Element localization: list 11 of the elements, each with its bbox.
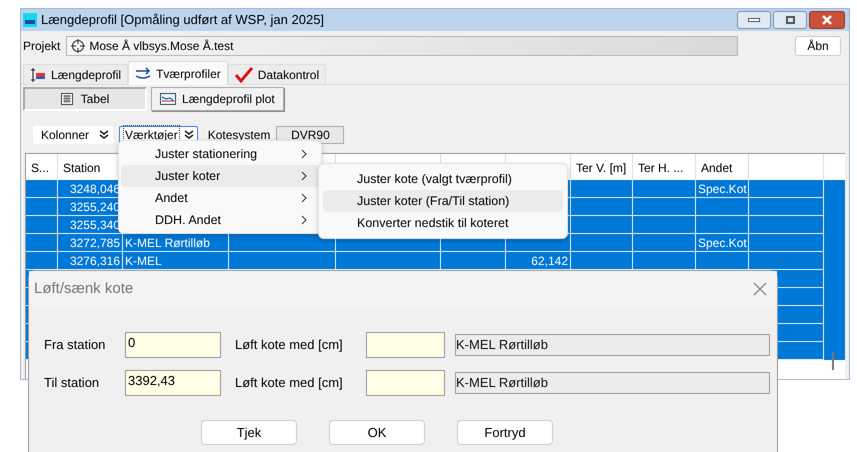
project-label: Projekt (23, 38, 60, 54)
field-label: Til station (44, 374, 100, 392)
window-title: Længdeprofil [Opmåling udført af WSP, jan 2025] (41, 11, 324, 30)
field-label: Løft kote med [cm] (235, 336, 344, 354)
name-field: K-MEL Rørtilløb (455, 334, 770, 356)
project-value: Mose Å vlbsys.Mose Å.test (89, 38, 234, 54)
field-label: Fra station (44, 336, 106, 354)
dialog-title: Løft/sænk kote (34, 278, 134, 299)
name-field: K-MEL Rørtilløb (455, 372, 770, 394)
elevation-system-label: Kotesystem (208, 127, 270, 144)
field-label: Løft kote med [cm] (235, 374, 344, 392)
